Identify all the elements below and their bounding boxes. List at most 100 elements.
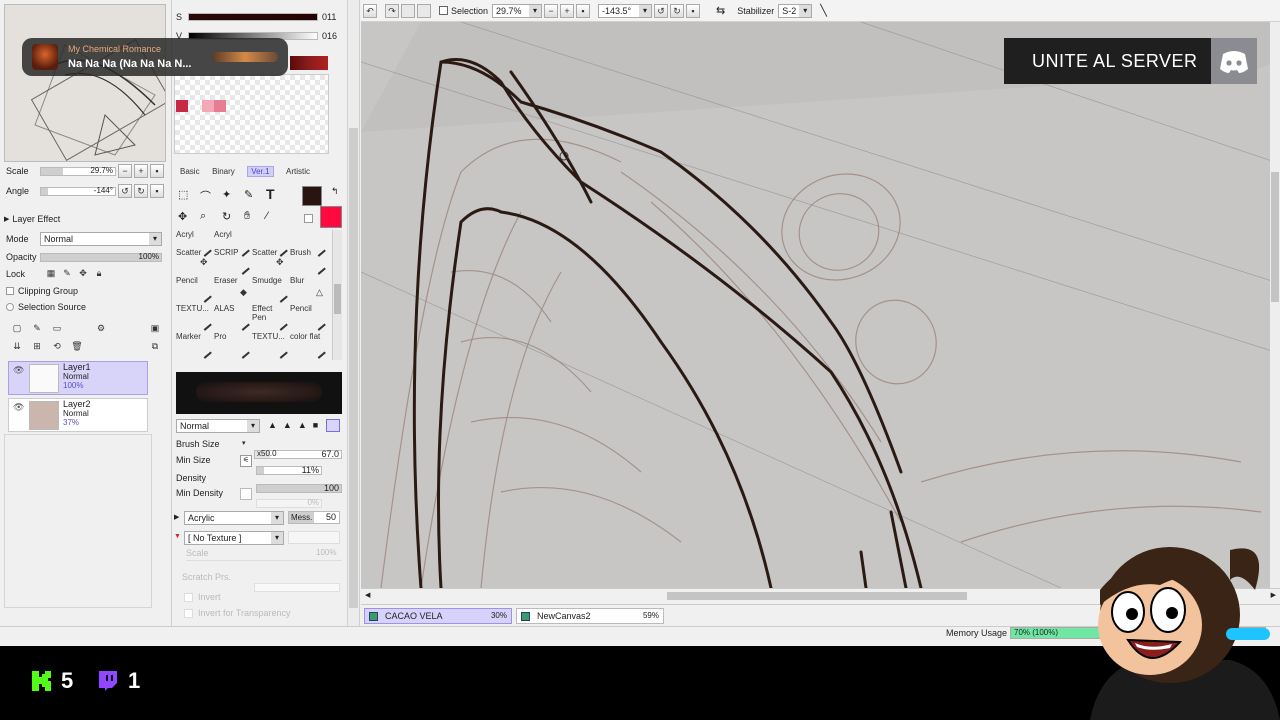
merge-down-icon[interactable]: ⇊: [10, 340, 24, 354]
lasso-icon[interactable]: ⌒: [200, 188, 211, 204]
rotation-dropdown[interactable]: -143.5°: [598, 3, 653, 18]
deselect-icon[interactable]: [401, 3, 415, 18]
invert-transparency-checkbox[interactable]: [184, 609, 193, 618]
texture-strength-field[interactable]: [288, 531, 340, 544]
layer-effect-header[interactable]: ▶ Layer Effect: [4, 212, 60, 226]
swatch[interactable]: [202, 100, 214, 112]
zoom-reset-button[interactable]: ▪: [576, 3, 591, 18]
layer-item[interactable]: 👁︎ Layer1 Normal 100%: [8, 361, 148, 395]
text-tool-icon[interactable]: T: [266, 186, 275, 202]
swatch[interactable]: [176, 100, 188, 112]
min-density-checkbox[interactable]: [240, 488, 252, 500]
layer-settings-icon[interactable]: ⚙: [94, 322, 108, 336]
invert-transparency-row[interactable]: Invert for Transparency: [176, 608, 342, 618]
stabilizer-dropdown[interactable]: S-2: [778, 3, 813, 18]
tool-slot[interactable]: ALAS: [214, 304, 252, 332]
selection-source-checkbox[interactable]: [6, 303, 14, 311]
zoom-reset-button[interactable]: ▪: [150, 164, 164, 178]
opacity-slider[interactable]: 100%: [40, 252, 162, 262]
tool-grid-scrollbar[interactable]: [332, 230, 342, 360]
undo-icon[interactable]: ↶: [363, 3, 377, 18]
document-tab[interactable]: NewCanvas2 59%: [516, 608, 664, 624]
tool-slot[interactable]: Effect Pen: [252, 304, 290, 332]
secondary-color-swatch[interactable]: [320, 206, 342, 228]
rotate-right-button[interactable]: ↻: [134, 184, 148, 198]
layer-options-icon[interactable]: ⧉: [148, 340, 162, 354]
tool-slot[interactable]: Blur △: [290, 276, 328, 304]
swatch[interactable]: [214, 100, 226, 112]
tool-slot[interactable]: SCRIP: [214, 248, 252, 276]
scale-slider[interactable]: 29.7%: [40, 166, 116, 176]
brush-shape-icons[interactable]: ▲▲▲■: [268, 420, 324, 430]
selection-source-row[interactable]: Selection Source: [6, 300, 86, 314]
rotate-reset-button[interactable]: ▪: [150, 184, 164, 198]
clipping-checkbox[interactable]: [6, 287, 14, 295]
brush-blend-dropdown[interactable]: Normal: [176, 419, 260, 433]
rotate-icon[interactable]: ↻: [222, 210, 231, 223]
tool-slot[interactable]: Brush: [290, 248, 328, 276]
tool-slot[interactable]: Eraser ◆: [214, 276, 252, 304]
layer-item[interactable]: 👁︎ Layer2 Normal 37%: [8, 398, 148, 432]
rotate-reset-button[interactable]: ▪: [686, 3, 701, 18]
tool-slot[interactable]: Marker: [176, 332, 214, 360]
transparent-color-icon[interactable]: [304, 214, 313, 223]
eyedropper-icon[interactable]: ⁄: [266, 210, 268, 222]
scratch-slider[interactable]: [254, 583, 340, 592]
rect-select-icon[interactable]: ⬚: [178, 188, 188, 201]
straight-line-icon[interactable]: ╲: [820, 4, 827, 17]
select-pen-icon[interactable]: ✎: [244, 188, 253, 201]
min-size-pressure-icon[interactable]: ⚟: [240, 455, 252, 467]
tool-slot[interactable]: TEXTU...: [176, 304, 214, 332]
tool-slot[interactable]: TEXTU...: [252, 332, 290, 360]
zoom-dropdown[interactable]: 29.7%: [492, 3, 543, 18]
tool-slot[interactable]: Scatter ✥: [252, 248, 290, 276]
zoom-out-button[interactable]: −: [544, 3, 559, 18]
transfer-down-icon[interactable]: ⊞: [30, 340, 44, 354]
rotate-left-button[interactable]: ↺: [118, 184, 132, 198]
tool-slot[interactable]: Scatter ✥: [176, 248, 214, 276]
size-dropdown-icon[interactable]: ▾: [242, 439, 246, 447]
mode-dropdown[interactable]: Normal: [40, 232, 162, 246]
tool-slot[interactable]: color flat: [290, 332, 328, 360]
drawing-canvas[interactable]: [361, 22, 1275, 588]
rotate-right-button[interactable]: ↻: [670, 3, 685, 18]
min-density-slider[interactable]: 0%: [256, 498, 322, 508]
tab-ver1[interactable]: Ver.1: [247, 166, 274, 177]
tab-binary[interactable]: Binary: [212, 167, 235, 176]
tools-panel-scrollbar[interactable]: [347, 0, 359, 626]
new-folder-icon[interactable]: ▭: [50, 322, 64, 336]
zoom-in-button[interactable]: +: [560, 3, 575, 18]
angle-slider[interactable]: -144°: [40, 186, 116, 196]
clipping-group-row[interactable]: Clipping Group: [6, 284, 78, 298]
visibility-eye-icon[interactable]: 👁︎: [13, 365, 24, 376]
zoom-out-button[interactable]: −: [118, 164, 132, 178]
scroll-left-icon[interactable]: ◀: [365, 591, 370, 599]
invert-row[interactable]: Invert: [176, 592, 342, 602]
tool-slot[interactable]: Pencil: [176, 276, 214, 304]
lock-paint-icon[interactable]: ✎: [60, 267, 74, 281]
redo-icon[interactable]: ↷: [385, 3, 399, 18]
magic-wand-icon[interactable]: ✦: [222, 188, 231, 201]
zoom-icon[interactable]: ⌕: [200, 210, 206, 223]
navigator-preview[interactable]: [4, 4, 166, 162]
paper-dropdown[interactable]: Acrylic: [184, 511, 284, 525]
primary-color-swatch[interactable]: [302, 186, 322, 206]
new-layer-icon[interactable]: ▢: [10, 322, 24, 336]
tool-slot[interactable]: Pro: [214, 332, 252, 360]
tab-basic[interactable]: Basic: [180, 167, 200, 176]
lock-all-icon[interactable]: 🔒︎: [92, 267, 106, 281]
collapse-arrow-icon[interactable]: ▼: [174, 533, 181, 540]
zoom-in-button[interactable]: +: [134, 164, 148, 178]
document-tab[interactable]: CACAO VELA 30%: [364, 608, 512, 624]
invert-selection-icon[interactable]: [417, 3, 431, 18]
swatch-palette[interactable]: [174, 74, 329, 154]
selection-checkbox[interactable]: [439, 6, 448, 15]
tool-slot[interactable]: Smudge: [252, 276, 290, 304]
delete-layer-icon[interactable]: 🗑︎: [70, 340, 84, 354]
lock-move-icon[interactable]: ✥: [76, 267, 90, 281]
clear-layer-icon[interactable]: ⟲: [50, 340, 64, 354]
texture-dropdown[interactable]: [ No Texture ]: [184, 531, 284, 545]
color-mixer-strip[interactable]: [290, 56, 328, 70]
visibility-eye-icon[interactable]: 👁︎: [13, 402, 24, 413]
rotate-left-button[interactable]: ↺: [654, 3, 669, 18]
